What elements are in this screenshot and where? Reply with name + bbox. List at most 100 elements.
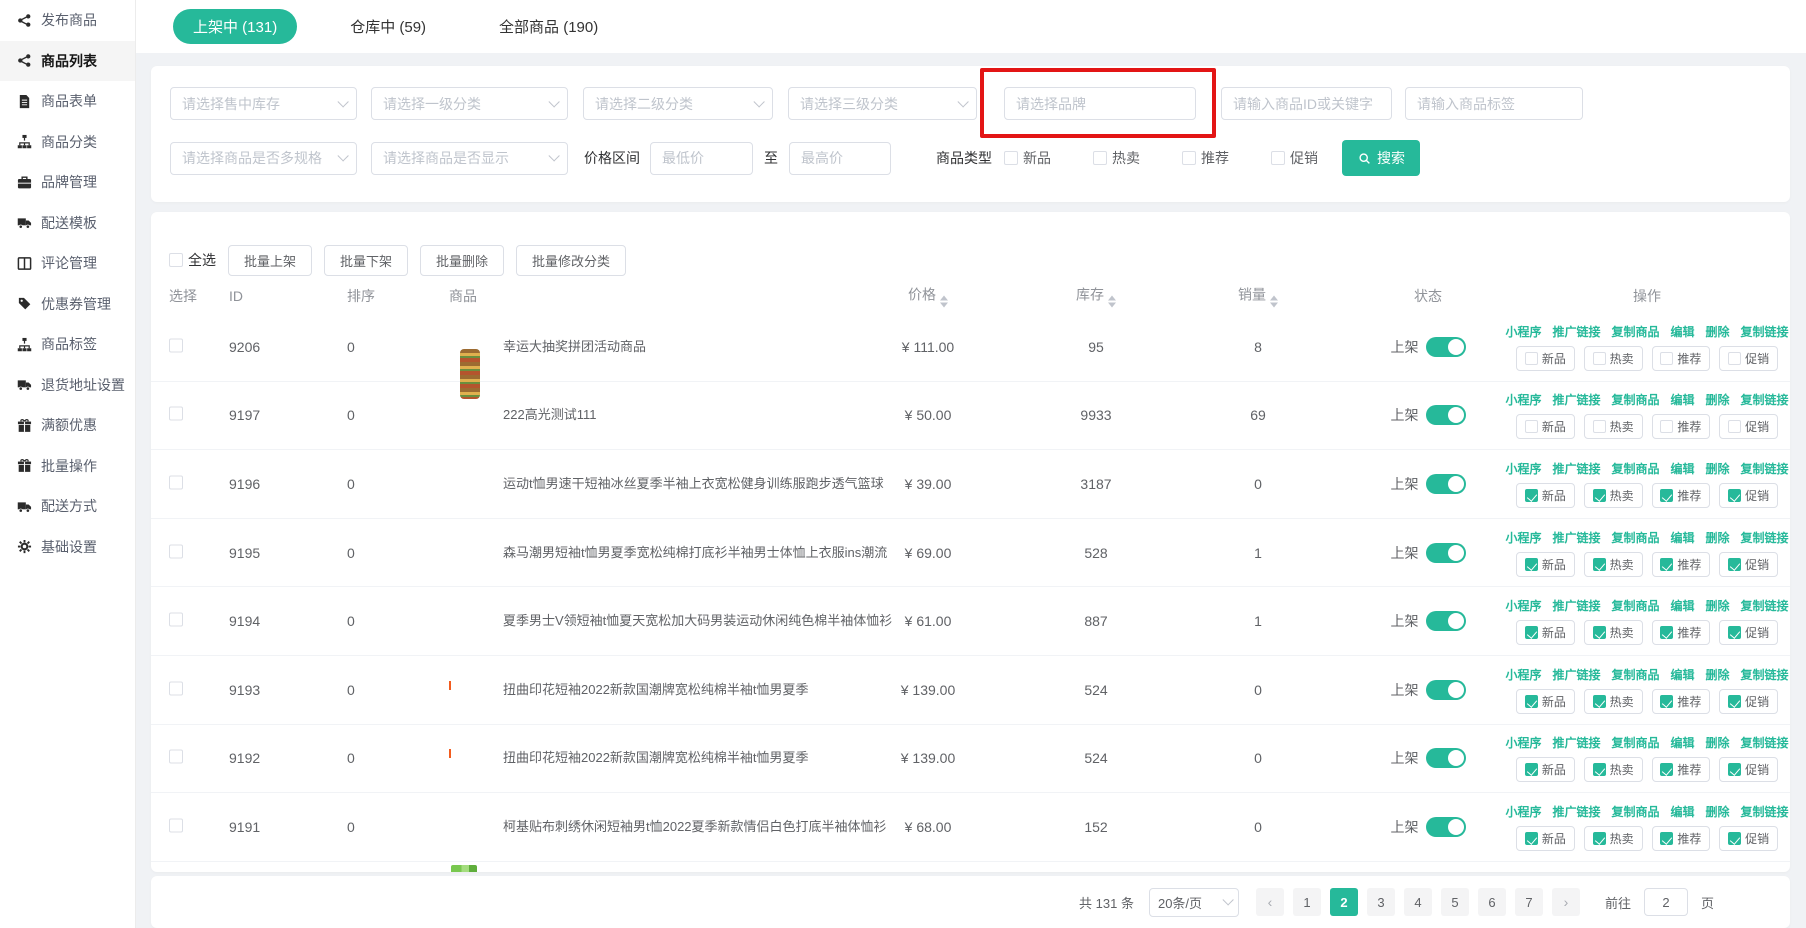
copy-url-link[interactable]: 复制链接: [1741, 734, 1789, 751]
edit-link[interactable]: 编辑: [1671, 666, 1695, 683]
flag-promo[interactable]: 促销: [1719, 346, 1778, 371]
miniprogram-link[interactable]: 小程序: [1505, 323, 1541, 340]
copy-url-link[interactable]: 复制链接: [1741, 597, 1789, 614]
flag-new[interactable]: 新品: [1516, 552, 1575, 577]
copy-url-link[interactable]: 复制链接: [1741, 460, 1789, 477]
keyword-input[interactable]: 请输入商品ID或关键字: [1221, 87, 1392, 120]
sidebar-item[interactable]: 评论管理: [0, 243, 135, 284]
page-button[interactable]: 2: [1330, 888, 1358, 916]
flag-hot[interactable]: 热卖: [1584, 826, 1643, 851]
delete-link[interactable]: 删除: [1706, 529, 1730, 546]
visibility-select[interactable]: 请选择商品是否显示: [371, 142, 568, 175]
sidebar-item[interactable]: 优惠券管理: [0, 284, 135, 325]
sort-control[interactable]: [1108, 295, 1116, 307]
copy-product-link[interactable]: 复制商品: [1611, 734, 1659, 751]
row-checkbox[interactable]: [169, 407, 183, 421]
miniprogram-link[interactable]: 小程序: [1505, 391, 1541, 408]
next-page-button[interactable]: ›: [1552, 888, 1580, 916]
delete-link[interactable]: 删除: [1706, 803, 1730, 820]
copy-url-link[interactable]: 复制链接: [1741, 529, 1789, 546]
sort-asc-icon[interactable]: [1108, 295, 1116, 300]
flag-new[interactable]: 新品: [1516, 414, 1575, 439]
promo-link[interactable]: 推广链接: [1552, 323, 1600, 340]
promo-link[interactable]: 推广链接: [1552, 529, 1600, 546]
miniprogram-link[interactable]: 小程序: [1505, 460, 1541, 477]
delete-link[interactable]: 删除: [1706, 734, 1730, 751]
sidebar-item[interactable]: 批量操作: [0, 446, 135, 487]
status-toggle[interactable]: [1426, 680, 1466, 700]
page-button[interactable]: 3: [1367, 888, 1395, 916]
flag-new[interactable]: 新品: [1516, 483, 1575, 508]
edit-link[interactable]: 编辑: [1671, 323, 1695, 340]
flag-recommend[interactable]: 推荐: [1652, 620, 1711, 645]
copy-url-link[interactable]: 复制链接: [1741, 323, 1789, 340]
search-button[interactable]: 搜索: [1342, 140, 1420, 176]
delete-link[interactable]: 删除: [1706, 666, 1730, 683]
sidebar-item[interactable]: 配送方式: [0, 486, 135, 527]
status-tab[interactable]: 仓库中 (59): [330, 9, 446, 44]
row-checkbox[interactable]: [169, 338, 183, 352]
copy-product-link[interactable]: 复制商品: [1611, 666, 1659, 683]
edit-link[interactable]: 编辑: [1671, 391, 1695, 408]
flag-promo[interactable]: 促销: [1719, 483, 1778, 508]
copy-product-link[interactable]: 复制商品: [1611, 391, 1659, 408]
delete-link[interactable]: 删除: [1706, 460, 1730, 477]
status-toggle[interactable]: [1426, 611, 1466, 631]
delete-link[interactable]: 删除: [1706, 597, 1730, 614]
page-size-select[interactable]: 20条/页: [1149, 888, 1239, 917]
row-checkbox[interactable]: [169, 475, 183, 489]
flag-recommend[interactable]: 推荐: [1652, 346, 1711, 371]
type-checkbox[interactable]: 新品: [1004, 148, 1051, 168]
copy-product-link[interactable]: 复制商品: [1611, 529, 1659, 546]
sidebar-item[interactable]: 品牌管理: [0, 162, 135, 203]
category1-select[interactable]: 请选择一级分类: [371, 87, 568, 120]
edit-link[interactable]: 编辑: [1671, 529, 1695, 546]
page-button[interactable]: 5: [1441, 888, 1469, 916]
miniprogram-link[interactable]: 小程序: [1505, 734, 1541, 751]
miniprogram-link[interactable]: 小程序: [1505, 597, 1541, 614]
copy-url-link[interactable]: 复制链接: [1741, 391, 1789, 408]
product-tag-input[interactable]: 请输入商品标签: [1405, 87, 1583, 120]
sidebar-item[interactable]: 商品分类: [0, 122, 135, 163]
batch-button[interactable]: 批量修改分类: [516, 245, 626, 276]
page-button[interactable]: 1: [1293, 888, 1321, 916]
flag-new[interactable]: 新品: [1516, 620, 1575, 645]
prev-page-button[interactable]: ‹: [1256, 888, 1284, 916]
flag-recommend[interactable]: 推荐: [1652, 826, 1711, 851]
sort-desc-icon[interactable]: [1108, 302, 1116, 307]
miniprogram-link[interactable]: 小程序: [1505, 666, 1541, 683]
flag-hot[interactable]: 热卖: [1584, 689, 1643, 714]
promo-link[interactable]: 推广链接: [1552, 597, 1600, 614]
promo-link[interactable]: 推广链接: [1552, 460, 1600, 477]
select-all-checkbox[interactable]: 全选: [169, 250, 216, 270]
status-tab[interactable]: 上架中 (131): [173, 9, 297, 44]
promo-link[interactable]: 推广链接: [1552, 803, 1600, 820]
flag-new[interactable]: 新品: [1516, 826, 1575, 851]
copy-product-link[interactable]: 复制商品: [1611, 803, 1659, 820]
delete-link[interactable]: 删除: [1706, 391, 1730, 408]
copy-product-link[interactable]: 复制商品: [1611, 597, 1659, 614]
brand-select[interactable]: 请选择品牌: [1004, 87, 1196, 120]
sort-desc-icon[interactable]: [940, 302, 948, 307]
promo-link[interactable]: 推广链接: [1552, 666, 1600, 683]
sort-asc-icon[interactable]: [1270, 295, 1278, 300]
sidebar-item[interactable]: 发布商品: [0, 0, 135, 41]
sidebar-item[interactable]: 商品标签: [0, 324, 135, 365]
status-toggle[interactable]: [1426, 817, 1466, 837]
sort-desc-icon[interactable]: [1270, 302, 1278, 307]
sidebar-item[interactable]: 商品表单: [0, 81, 135, 122]
category2-select[interactable]: 请选择二级分类: [583, 87, 773, 120]
copy-product-link[interactable]: 复制商品: [1611, 460, 1659, 477]
flag-promo[interactable]: 促销: [1719, 689, 1778, 714]
page-button[interactable]: 6: [1478, 888, 1506, 916]
min-price-input[interactable]: 最低价: [650, 142, 753, 175]
copy-url-link[interactable]: 复制链接: [1741, 803, 1789, 820]
flag-recommend[interactable]: 推荐: [1652, 483, 1711, 508]
sidebar-item[interactable]: 退货地址设置: [0, 365, 135, 406]
status-toggle[interactable]: [1426, 474, 1466, 494]
row-checkbox[interactable]: [169, 750, 183, 764]
sidebar-item[interactable]: 配送模板: [0, 203, 135, 244]
sort-control[interactable]: [940, 295, 948, 307]
flag-hot[interactable]: 热卖: [1584, 757, 1643, 782]
sidebar-item[interactable]: 商品列表: [0, 41, 135, 82]
